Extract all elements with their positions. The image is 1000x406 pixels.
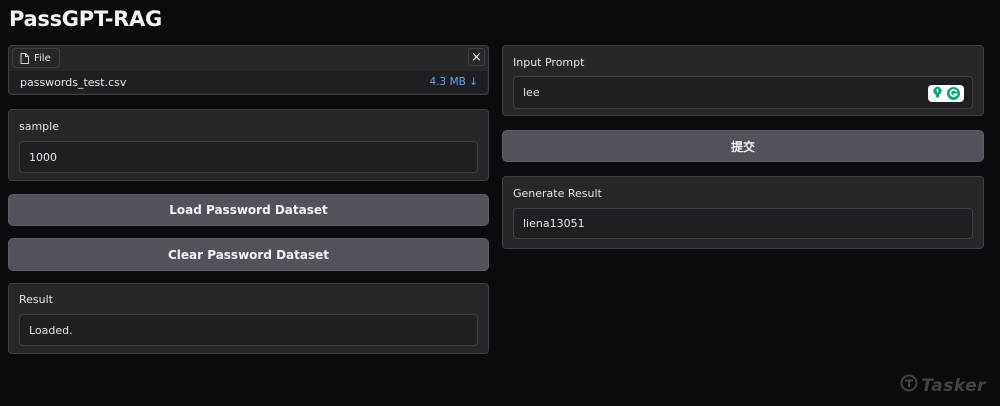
result-output[interactable]: Loaded.	[19, 314, 478, 346]
right-column: Input Prompt lee 提交 Generate Result lien…	[502, 45, 984, 249]
file-download-link[interactable]: 4.3 MB ↓	[430, 76, 478, 88]
sample-label: sample	[19, 120, 59, 133]
app-title: PassGPT-RAG	[9, 7, 162, 31]
bulb-icon	[932, 86, 943, 102]
prompt-value: lee	[523, 86, 540, 99]
file-size: 4.3 MB	[429, 76, 466, 88]
grammar-extension-badge[interactable]	[928, 85, 964, 102]
file-name: passwords_test.csv	[20, 75, 127, 89]
close-icon[interactable]: ×	[468, 48, 485, 66]
prompt-label: Input Prompt	[513, 56, 585, 69]
prompt-panel: Input Prompt lee	[502, 45, 984, 116]
submit-button[interactable]: 提交	[502, 130, 984, 162]
watermark-text: Tasker	[921, 375, 986, 396]
sample-panel: sample 1000	[8, 109, 489, 181]
load-dataset-button[interactable]: Load Password Dataset	[8, 194, 489, 226]
left-column: File × passwords_test.csv 4.3 MB ↓ sampl…	[8, 45, 489, 354]
generate-result-output[interactable]: liena13051	[513, 208, 973, 239]
prompt-input[interactable]: lee	[513, 76, 973, 109]
generate-result-panel: Generate Result liena13051	[502, 176, 984, 249]
grammarly-icon	[947, 87, 960, 100]
file-tab-label: File	[34, 52, 51, 64]
watermark: Tasker	[900, 374, 986, 397]
result-label: Result	[19, 293, 53, 306]
watermark-logo-icon	[900, 374, 918, 397]
download-icon: ↓	[469, 76, 478, 88]
sample-input[interactable]: 1000	[19, 141, 478, 173]
result-panel: Result Loaded.	[8, 283, 489, 354]
file-upload-panel: File × passwords_test.csv 4.3 MB ↓	[8, 45, 489, 95]
uploaded-file-row: passwords_test.csv 4.3 MB ↓	[10, 71, 487, 93]
file-icon	[20, 52, 29, 64]
app-root: PassGPT-RAG File × passwords_test.csv 4.…	[0, 0, 1000, 406]
generate-result-label: Generate Result	[513, 187, 602, 200]
clear-dataset-button[interactable]: Clear Password Dataset	[8, 238, 489, 271]
file-tab[interactable]: File	[12, 48, 60, 68]
